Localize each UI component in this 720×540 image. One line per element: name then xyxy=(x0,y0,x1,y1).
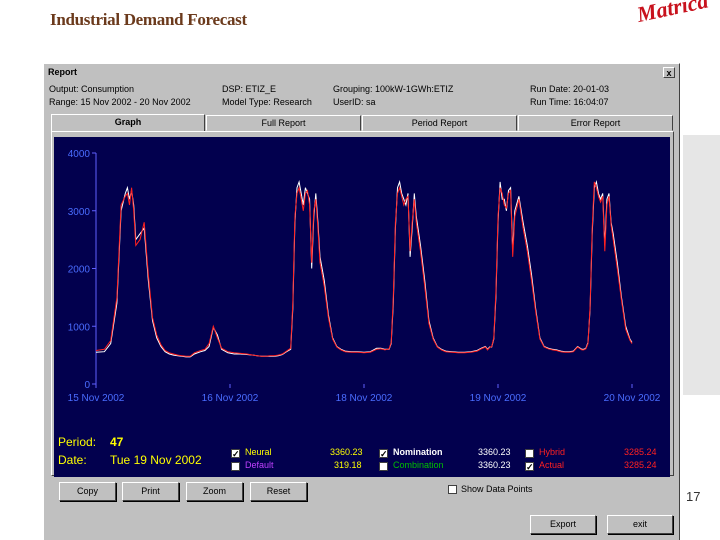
legend-combination-value: 3360.23 xyxy=(478,460,511,470)
date-value: Tue 19 Nov 2002 xyxy=(110,453,202,467)
window-title: Report xyxy=(48,67,77,77)
date-label: Date: xyxy=(58,453,87,467)
x-tick-label: 20 Nov 2002 xyxy=(604,393,661,404)
print-button[interactable]: Print xyxy=(122,482,179,501)
period-value: 47 xyxy=(110,435,124,449)
exit-button[interactable]: exit xyxy=(607,515,673,534)
actual-checkbox[interactable]: ✓ xyxy=(525,462,534,472)
info-run-date: Run Date: 20-01-03 xyxy=(530,84,610,94)
y-tick-label: 3000 xyxy=(68,207,91,218)
info-model-type: Model Type: Research xyxy=(222,97,312,107)
info-run-time: Run Time: 16:04:07 xyxy=(530,97,609,107)
tab-error-report[interactable]: Error Report xyxy=(518,115,673,131)
legend-actual-value: 3285.24 xyxy=(624,460,657,470)
tab-graph[interactable]: Graph xyxy=(51,114,205,132)
period-label: Period: xyxy=(58,435,97,449)
consumption-chart: 4000 3000 2000 1000 0 15 Nov 2002 16 Nov 2002… xyxy=(54,137,670,477)
export-button[interactable]: Export xyxy=(530,515,596,534)
legend-hybrid-value: 3285.24 xyxy=(624,447,657,457)
neural-checkbox[interactable]: ✓ xyxy=(231,449,240,459)
close-button[interactable]: x xyxy=(663,67,675,78)
x-tick-label: 16 Nov 2002 xyxy=(202,393,259,404)
info-dsp: DSP: ETIZ_E xyxy=(222,84,277,94)
decorative-side-panel xyxy=(683,135,720,395)
slide-title: Industrial Demand Forecast xyxy=(50,10,247,29)
show-data-points-checkbox[interactable] xyxy=(448,485,457,494)
chart-lines xyxy=(95,179,633,358)
y-axis: 4000 3000 2000 1000 0 xyxy=(68,149,97,391)
legend-combination-label: Combination xyxy=(393,460,444,470)
show-data-points-label: Show Data Points xyxy=(461,484,533,494)
legend-default-label: Default xyxy=(245,460,274,470)
y-tick-label: 1000 xyxy=(68,322,91,333)
legend-neural-value: 3360.23 xyxy=(330,447,363,457)
legend-nomination-value: 3360.23 xyxy=(478,447,511,457)
y-tick-label: 2000 xyxy=(68,265,91,276)
y-tick-label: 4000 xyxy=(68,149,91,160)
x-tick-label: 18 Nov 2002 xyxy=(336,393,393,404)
info-range: Range: 15 Nov 2002 - 20 Nov 2002 xyxy=(49,97,191,107)
zoom-button[interactable]: Zoom xyxy=(186,482,243,501)
matrica-logo: Matrica xyxy=(634,0,711,28)
hybrid-checkbox[interactable] xyxy=(525,449,534,458)
legend-hybrid-label: Hybrid xyxy=(539,447,566,457)
combination-checkbox[interactable] xyxy=(379,462,388,471)
info-output: Output: Consumption xyxy=(49,84,135,94)
slide-page-number: 17 xyxy=(686,489,701,504)
legend-nomination-label: Nomination xyxy=(393,447,443,457)
x-tick-label: 15 Nov 2002 xyxy=(68,393,125,404)
nomination-checkbox[interactable]: ✓ xyxy=(379,449,388,459)
legend-neural-label: Neural xyxy=(245,447,272,457)
copy-button[interactable]: Copy xyxy=(59,482,116,501)
x-axis: 15 Nov 2002 16 Nov 2002 18 Nov 2002 19 Nov … xyxy=(68,384,661,404)
tab-period-report[interactable]: Period Report xyxy=(362,115,517,131)
legend-default-value: 319.18 xyxy=(334,460,362,470)
series-line-actual xyxy=(95,181,633,357)
reset-button[interactable]: Reset xyxy=(250,482,307,501)
info-user-id: UserID: sa xyxy=(333,97,376,107)
x-tick-label: 19 Nov 2002 xyxy=(470,393,527,404)
series-line-nomination xyxy=(95,179,633,358)
info-grouping: Grouping: 100kW-1GWh:ETIZ xyxy=(333,84,454,94)
window-titlebar: Report x xyxy=(46,66,677,80)
report-window: Report x Output: Consumption Range: 15 N… xyxy=(43,63,680,540)
default-checkbox[interactable] xyxy=(231,462,240,471)
legend-actual-label: Actual xyxy=(539,460,565,470)
chart-svg: 4000 3000 2000 1000 0 15 Nov 2002 16 Nov 2002… xyxy=(68,149,661,404)
tab-full-report[interactable]: Full Report xyxy=(206,115,361,131)
y-tick-label: 0 xyxy=(84,380,90,391)
